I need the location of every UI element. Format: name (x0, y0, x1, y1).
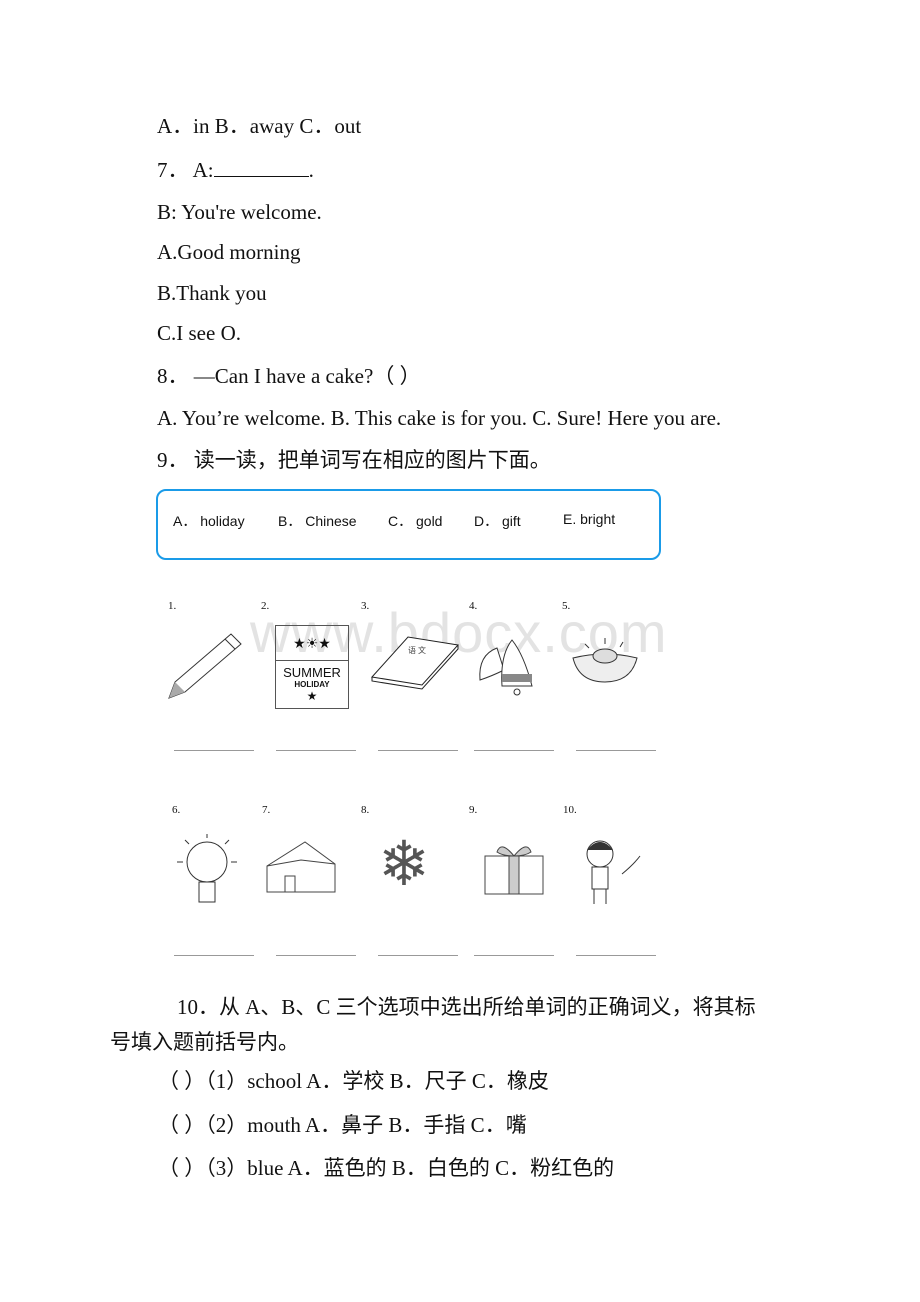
answer-line[interactable] (576, 955, 656, 956)
star-icon: ★ (306, 689, 318, 703)
book-icon: 语 文 (371, 636, 459, 690)
thinking-boy-icon (586, 840, 641, 904)
pencil-icon (168, 633, 242, 699)
q9-prompt: 9． 读一读，把单词写在相应的图片下面。 (157, 448, 551, 472)
q7-label: 7． A: (157, 158, 214, 182)
picture-number: 4. (469, 600, 478, 612)
q10-item: （ ）（2）mouth A．鼻子 B．手指 C．嘴 (158, 1113, 527, 1137)
svg-text:语 文: 语 文 (408, 645, 426, 655)
word-option: A． holiday (173, 513, 245, 529)
answer-line[interactable] (174, 955, 254, 956)
word-option: C． gold (388, 513, 443, 529)
bells-icon (479, 639, 533, 696)
light-bulb-icon (177, 834, 237, 903)
answer-line[interactable] (378, 750, 458, 751)
word-option: D． gift (474, 513, 521, 529)
q7-prompt: 7． A:. (157, 158, 314, 182)
answer-line[interactable] (378, 955, 458, 956)
word-option: B． Chinese (278, 513, 357, 529)
picture-number: 9. (469, 804, 478, 816)
picture-number: 10. (563, 804, 577, 816)
summer-holiday-picture: ★☀★ SUMMER HOLIDAY ★ (275, 625, 349, 709)
q8-prompt: 8． —Can I have a cake?（ ） (157, 364, 421, 388)
q10-title: 10．从 A、B、C 三个选项中选出所给单词的正确词义，将其标 (177, 995, 756, 1019)
answer-line[interactable] (576, 750, 656, 751)
picture-number: 1. (168, 600, 177, 612)
gift-icon (484, 846, 544, 895)
answer-line[interactable] (276, 955, 356, 956)
answer-blank (213, 158, 309, 177)
gold-ingot-icon (572, 638, 638, 683)
picture-number: 5. (562, 600, 571, 612)
answer-line[interactable] (474, 750, 554, 751)
answer-line[interactable] (474, 955, 554, 956)
house-icon (266, 841, 336, 893)
q7-option-c: C.I see O. (157, 321, 241, 345)
word-option: E. bright (563, 511, 616, 527)
summer-text: SUMMER (283, 665, 341, 680)
picture-number: 7. (262, 804, 271, 816)
q6-options: A．in B．away C．out (157, 114, 362, 138)
answer-line[interactable] (174, 750, 254, 751)
answer-line[interactable] (276, 750, 356, 751)
q10-item: （ ）（1）school A．学校 B．尺子 C．橡皮 (158, 1069, 549, 1093)
picture-number: 6. (172, 804, 181, 816)
q8-options: A. You’re welcome. B. This cake is for y… (157, 406, 722, 430)
q10-title-cont: 号填入题前括号内。 (110, 1030, 299, 1054)
holiday-text: HOLIDAY (294, 680, 330, 689)
q10-item: （ ）（3）blue A．蓝色的 B．白色的 C．粉红色的 (158, 1156, 615, 1180)
q7-response: B: You're welcome. (157, 200, 322, 224)
picture-number: 3. (361, 600, 370, 612)
picture-number: 8. (361, 804, 370, 816)
q7-option-b: B.Thank you (157, 281, 267, 305)
sun-palm-icon: ★☀★ (276, 626, 348, 661)
document-page: A．in B．away C．out 7． A:. B: You're welco… (0, 0, 920, 1302)
q7-option-a: A.Good morning (157, 240, 301, 264)
snowflake-icon: ❄ (378, 831, 430, 899)
q7-end: . (308, 158, 314, 182)
word-bank-box: A． holiday B． Chinese C． gold D． gift E.… (156, 489, 661, 560)
picture-number: 2. (261, 600, 270, 612)
